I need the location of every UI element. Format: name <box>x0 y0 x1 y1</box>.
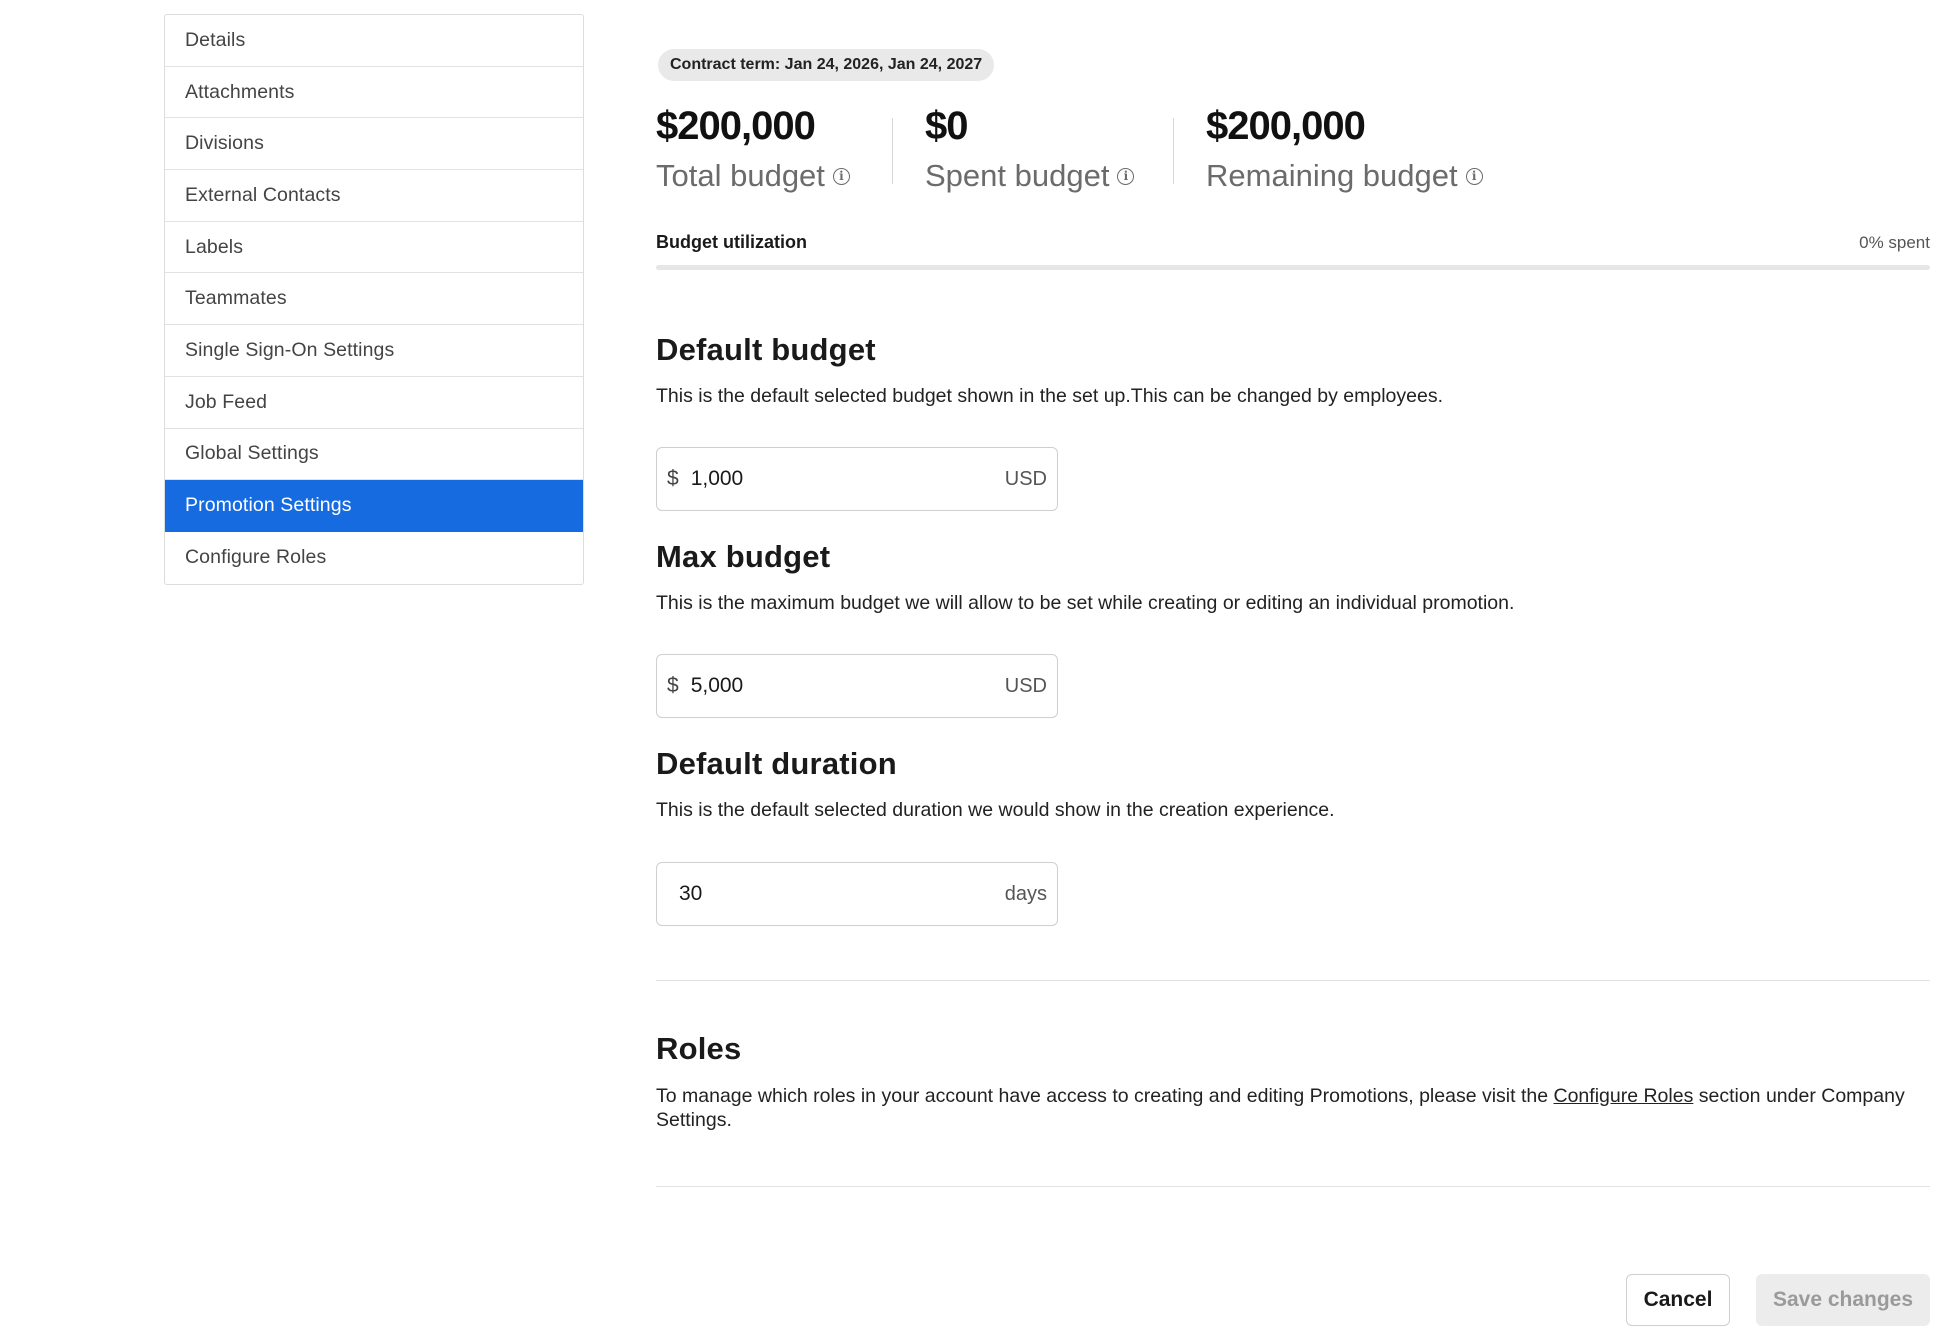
total-budget-label: Total budget <box>656 158 825 193</box>
currency-prefix: $ <box>667 674 679 697</box>
default-budget-field[interactable] <box>690 467 1005 491</box>
default-budget-title: Default budget <box>656 332 876 367</box>
remaining-budget-stat: $200,000 Remaining budget i <box>1174 100 1483 196</box>
max-budget-field[interactable] <box>690 674 1005 698</box>
spent-budget-value: $0 <box>925 104 969 148</box>
configure-roles-link[interactable]: Configure Roles <box>1554 1085 1694 1107</box>
roles-text-before: To manage which roles in your account ha… <box>656 1085 1554 1107</box>
total-budget-stat: $200,000 Total budget i <box>656 100 892 196</box>
sidebar-item-job-feed[interactable]: Job Feed <box>165 377 583 429</box>
info-icon[interactable]: i <box>832 167 850 185</box>
currency-prefix: $ <box>667 467 679 490</box>
total-budget-value: $200,000 <box>656 104 816 148</box>
roles-description: To manage which roles in your account ha… <box>656 1084 1916 1132</box>
sidebar-item-global-settings[interactable]: Global Settings <box>165 429 583 481</box>
sidebar-item-promotion-settings[interactable]: Promotion Settings <box>165 480 583 532</box>
settings-sidebar: Details Attachments Divisions External C… <box>164 14 584 585</box>
currency-suffix: USD <box>1004 467 1047 490</box>
max-budget-input[interactable]: $ USD <box>656 654 1058 718</box>
sidebar-item-details[interactable]: Details <box>165 15 583 67</box>
default-budget-description: This is the default selected budget show… <box>656 385 1443 407</box>
default-duration-input[interactable]: days <box>656 862 1058 926</box>
contract-term-badge: Contract term: Jan 24, 2026, Jan 24, 202… <box>658 49 995 81</box>
roles-title: Roles <box>656 1031 742 1066</box>
sidebar-item-attachments[interactable]: Attachments <box>165 67 583 119</box>
spent-budget-stat: $0 Spent budget i <box>893 100 1173 196</box>
sidebar-item-configure-roles[interactable]: Configure Roles <box>165 532 583 584</box>
default-duration-title: Default duration <box>656 746 897 781</box>
max-budget-description: This is the maximum budget we will allow… <box>656 592 1515 614</box>
default-duration-field[interactable] <box>679 882 1005 906</box>
remaining-budget-value: $200,000 <box>1206 104 1366 148</box>
default-budget-input[interactable]: $ USD <box>656 447 1058 511</box>
section-divider <box>656 980 1930 981</box>
spent-budget-label: Spent budget <box>925 158 1110 193</box>
currency-suffix: USD <box>1004 674 1047 697</box>
info-icon[interactable]: i <box>1117 167 1135 185</box>
info-icon[interactable]: i <box>1465 167 1483 185</box>
budget-utilization-row: Budget utilization 0% spent <box>656 232 1930 253</box>
budget-utilization-label: Budget utilization <box>656 232 807 252</box>
duration-unit-suffix: days <box>1004 882 1047 905</box>
default-duration-description: This is the default selected duration we… <box>656 799 1335 821</box>
budget-stats: $200,000 Total budget i $0 Spent budget … <box>656 100 1483 196</box>
sidebar-item-teammates[interactable]: Teammates <box>165 273 583 326</box>
sidebar-item-external-contacts[interactable]: External Contacts <box>165 170 583 222</box>
save-changes-button[interactable]: Save changes <box>1756 1274 1930 1326</box>
sidebar-item-divisions[interactable]: Divisions <box>165 118 583 171</box>
budget-utilization-percent: 0% spent <box>1859 232 1930 252</box>
budget-utilization-bar <box>656 265 1930 270</box>
cancel-button[interactable]: Cancel <box>1626 1274 1730 1326</box>
sidebar-item-labels[interactable]: Labels <box>165 222 583 274</box>
section-divider <box>656 1186 1930 1187</box>
max-budget-title: Max budget <box>656 539 831 574</box>
remaining-budget-label: Remaining budget <box>1206 158 1458 193</box>
sidebar-item-sso-settings[interactable]: Single Sign-On Settings <box>165 325 583 377</box>
